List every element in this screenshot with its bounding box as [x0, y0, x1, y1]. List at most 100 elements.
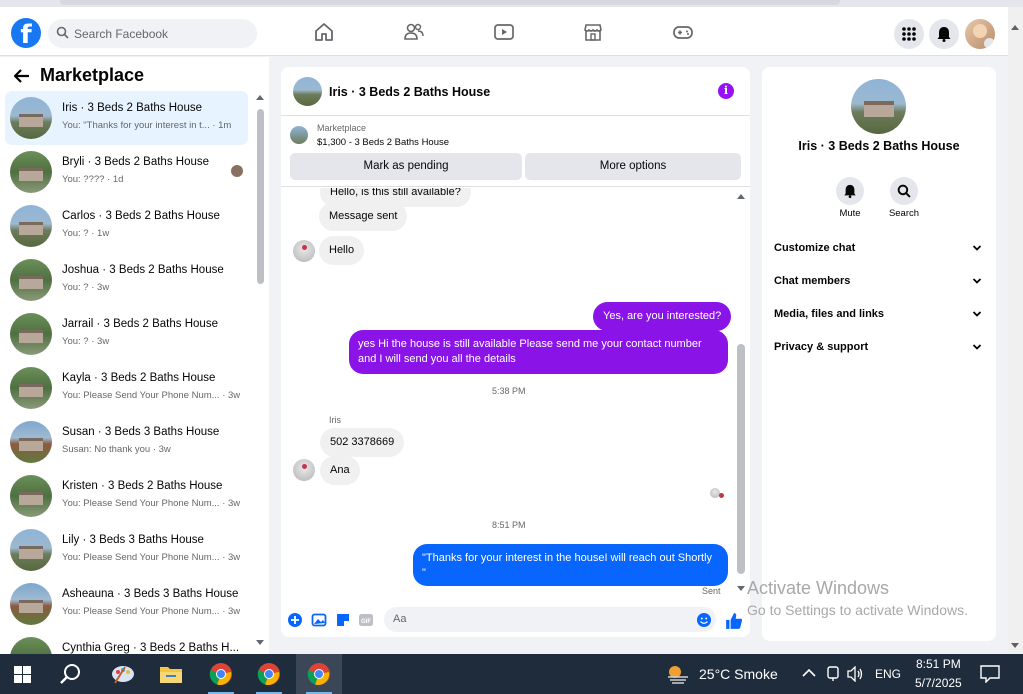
bell-icon [937, 27, 951, 42]
conversation-avatar [851, 79, 906, 134]
conversation-item[interactable]: Lily · 3 Beds 3 Baths House You: Please S… [5, 523, 248, 577]
chat-header: Iris · 3 Beds 2 Baths House i [281, 67, 750, 116]
sidebar-scrollbar[interactable] [256, 95, 264, 654]
media-files-links-row[interactable]: Media, files and links [774, 308, 984, 328]
conversation-item[interactable]: Jarrail · 3 Beds 2 Baths House You: ? · 3… [5, 307, 248, 361]
paint-app-icon [112, 666, 134, 684]
menu-label: Privacy & support [774, 341, 869, 353]
home-icon[interactable] [313, 22, 335, 42]
menu-grid-button[interactable] [894, 19, 924, 49]
menu-label: Chat members [774, 275, 851, 287]
language-indicator[interactable]: ENG [875, 667, 901, 681]
facebook-logo-icon[interactable]: f [11, 18, 41, 48]
weather-icon[interactable] [666, 663, 690, 685]
gaming-icon[interactable] [672, 22, 694, 42]
conversation-name: Susan · 3 Beds 3 Baths House [62, 426, 220, 438]
clock-date[interactable]: 5/7/2025 [915, 676, 962, 690]
chat-scrollbar[interactable] [736, 188, 746, 605]
activate-windows-watermark: Activate Windows [747, 578, 890, 598]
scroll-down-arrow[interactable] [1011, 643, 1019, 648]
taskbar-app-chrome-active[interactable] [296, 654, 342, 694]
chevron-up-icon[interactable] [802, 668, 816, 678]
listing-thumbnail [10, 475, 52, 517]
scroll-up-arrow[interactable] [256, 95, 264, 100]
top-navigation-bar: f Search Facebook [0, 7, 1008, 56]
message-bubble-outgoing: "Thanks for your interest in the houseI … [413, 544, 728, 586]
search-input[interactable]: Search Facebook [48, 19, 257, 48]
mark-as-pending-button[interactable]: Mark as pending [290, 153, 522, 180]
scroll-down-arrow[interactable] [737, 586, 745, 591]
search-icon [897, 184, 911, 198]
friends-icon[interactable] [403, 22, 425, 42]
search-icon [56, 26, 69, 39]
plus-circle-icon[interactable] [287, 612, 303, 628]
customize-chat-row[interactable]: Customize chat [774, 242, 984, 262]
conversation-item[interactable]: Joshua · 3 Beds 2 Baths House You: ? · 3w [5, 253, 248, 307]
conversation-preview: You: ? · 3w [62, 336, 110, 347]
message-line: " [422, 567, 426, 579]
mute-button[interactable] [836, 177, 864, 205]
more-options-button[interactable]: More options [525, 153, 741, 180]
conversation-item[interactable]: Kayla · 3 Beds 2 Baths House You: Please … [5, 361, 248, 415]
conversation-preview: You: Please Send Your Phone Num... · 3w [62, 390, 241, 401]
conversation-item[interactable]: Susan · 3 Beds 3 Baths House Susan: No th… [5, 415, 248, 469]
chat-avatar[interactable] [293, 77, 322, 106]
conversation-item[interactable]: Bryli · 3 Beds 2 Baths House You: ???? · … [5, 145, 248, 199]
browser-top-strip [0, 0, 1023, 7]
conversation-item[interactable]: Kristen · 3 Beds 2 Baths House You: Pleas… [5, 469, 248, 523]
conversation-preview: You: Please Send Your Phone Num... · 3w [62, 498, 241, 509]
search-conversation-button[interactable] [890, 177, 918, 205]
privacy-support-row[interactable]: Privacy & support [774, 341, 984, 361]
listing-thumbnail [10, 529, 52, 571]
taskbar-app-chrome[interactable] [198, 654, 244, 694]
svg-text:GIF: GIF [361, 619, 371, 625]
scrollbar-thumb[interactable] [257, 109, 264, 284]
browser-scroll-indicator [60, 0, 840, 5]
chat-members-row[interactable]: Chat members [774, 275, 984, 295]
scroll-up-arrow[interactable] [1011, 25, 1019, 30]
thumbs-up-icon[interactable] [725, 612, 743, 630]
network-icon[interactable] [826, 666, 840, 682]
listing-thumbnail [10, 205, 52, 247]
chat-title[interactable]: Iris · 3 Beds 2 Baths House [329, 85, 490, 99]
photo-icon[interactable] [311, 612, 327, 628]
scrollbar-thumb[interactable] [737, 344, 745, 574]
listing-thumbnail [10, 583, 52, 625]
scroll-down-arrow[interactable] [256, 640, 264, 645]
notifications-button[interactable] [929, 19, 959, 49]
weather-text[interactable]: 25°C Smoke [699, 666, 778, 682]
volume-icon[interactable] [847, 666, 865, 682]
taskbar-search-button[interactable] [48, 654, 94, 694]
conversation-item[interactable]: Carlos · 3 Beds 2 Baths House You: ? · 1w [5, 199, 248, 253]
emoji-icon[interactable] [696, 612, 712, 628]
listing-price-title[interactable]: $1,300 - 3 Beds 2 Baths House [317, 137, 449, 148]
marketplace-listing-bar: Marketplace $1,300 - 3 Beds 2 Baths Hous… [281, 117, 750, 187]
clock-time[interactable]: 8:51 PM [916, 657, 961, 671]
taskbar-app-paint[interactable] [100, 654, 146, 694]
conversation-preview: You: ???? · 1d [62, 174, 124, 185]
page-scrollbar[interactable] [1008, 7, 1023, 654]
menu-label: Media, files and links [774, 308, 885, 320]
message-bubble-incoming: Message sent [319, 202, 408, 231]
message-line: "Thanks for your interest in the houseI … [422, 552, 713, 564]
message-input[interactable]: Aa [384, 607, 716, 632]
start-button[interactable] [0, 654, 46, 694]
gif-icon[interactable]: GIF [358, 612, 374, 628]
watch-video-icon[interactable] [493, 22, 515, 42]
windows-logo-icon [14, 666, 31, 683]
sticker-icon[interactable] [335, 612, 351, 628]
profile-avatar[interactable] [965, 19, 995, 49]
notification-center-icon[interactable] [980, 665, 1000, 683]
conversation-preview: You: "Thanks for your interest in t... ·… [62, 120, 232, 131]
conversation-item[interactable]: Cynthia Greg · 3 Beds 2 Baths H... [5, 631, 248, 654]
taskbar-app-chrome[interactable] [246, 654, 292, 694]
conversation-name: Lily · 3 Beds 3 Baths House [62, 534, 204, 546]
conversation-item[interactable]: Iris · 3 Beds 2 Baths House You: "Thanks … [5, 91, 248, 145]
conversation-item[interactable]: Asheauna · 3 Beds 3 Baths House You: Plea… [5, 577, 248, 631]
info-icon[interactable]: i [718, 83, 734, 99]
scroll-up-arrow[interactable] [737, 194, 745, 199]
back-arrow-icon[interactable] [14, 68, 30, 83]
taskbar-app-file-explorer[interactable] [148, 654, 194, 694]
listing-thumbnail[interactable] [290, 126, 308, 144]
marketplace-icon[interactable] [582, 22, 604, 42]
